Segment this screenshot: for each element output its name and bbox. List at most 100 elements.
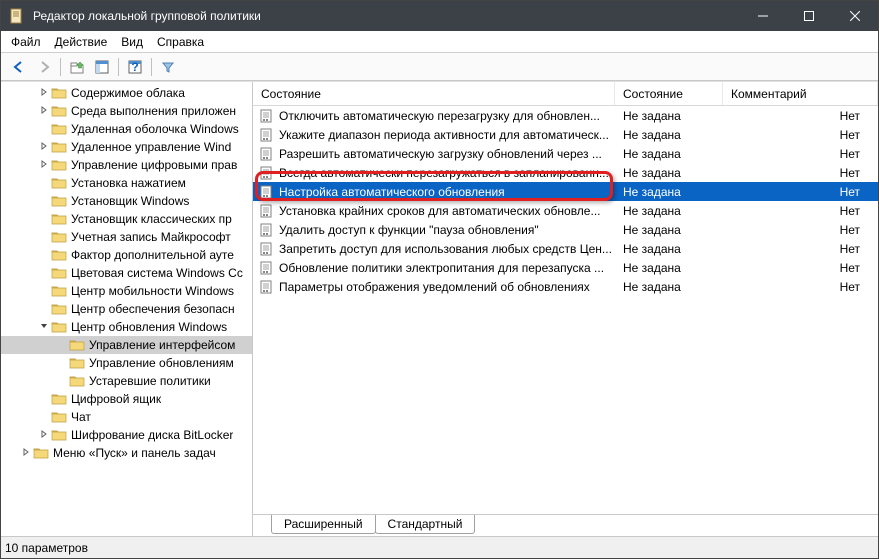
menu-help[interactable]: Справка [157,35,204,49]
help-button[interactable]: ? [123,56,147,78]
policy-icon [253,185,279,199]
tree-item-label: Цветовая система Windows Cc [71,266,243,280]
statusbar: 10 параметров [1,536,878,558]
window-title: Редактор локальной групповой политики [33,9,740,23]
filter-button[interactable] [156,56,180,78]
tree-item[interactable]: Удаленная оболочка Windows [1,120,252,138]
list-body[interactable]: Отключить автоматическую перезагрузку дл… [253,106,878,514]
tree-item[interactable]: Управление интерфейсом [1,336,252,354]
folder-icon [51,266,67,280]
folder-icon [51,284,67,298]
tree-item[interactable]: Цветовая система Windows Cc [1,264,252,282]
row-name: Настройка автоматического обновления [279,185,615,199]
row-comment: Нет [723,204,878,218]
tree-item[interactable]: Установщик Windows [1,192,252,210]
column-header-state[interactable]: Состояние [615,82,723,105]
tree-item-label: Установщик классических пр [71,212,232,226]
show-hide-button[interactable] [90,56,114,78]
row-name: Обновление политики электропитания для п… [279,261,615,275]
folder-icon [51,176,67,190]
tree-item[interactable]: Цифровой ящик [1,390,252,408]
tree-item[interactable]: Устаревшие политики [1,372,252,390]
tree-item[interactable]: Центр обеспечения безопасн [1,300,252,318]
row-comment: Нет [723,109,878,123]
row-state: Не задана [615,204,723,218]
tree-item-label: Учетная запись Майкрософт [71,230,231,244]
tree-item[interactable]: Управление цифровыми прав [1,156,252,174]
row-state: Не задана [615,109,723,123]
tree-item[interactable]: Шифрование диска BitLocker [1,426,252,444]
tree-item-label: Центр обновления Windows [71,320,227,334]
titlebar: Редактор локальной групповой политики [1,1,878,31]
list-row[interactable]: Всегда автоматически перезагружаться в з… [253,163,878,182]
chevron-right-icon[interactable] [37,430,51,441]
tree-item[interactable]: Центр обновления Windows [1,318,252,336]
tree-item[interactable]: Удаленное управление Wind [1,138,252,156]
policy-icon [253,223,279,237]
folder-icon [69,374,85,388]
close-button[interactable] [832,1,878,31]
back-button[interactable] [7,56,31,78]
row-state: Не задана [615,261,723,275]
menu-file[interactable]: Файл [11,35,41,49]
column-header-comment[interactable]: Комментарий [723,82,878,105]
folder-icon [69,338,85,352]
tree-item[interactable]: Чат [1,408,252,426]
policy-icon [253,109,279,123]
tree-item-label: Удаленная оболочка Windows [71,122,239,136]
list-row[interactable]: Установка крайних сроков для автоматичес… [253,201,878,220]
maximize-button[interactable] [786,1,832,31]
tree-item-label: Управление цифровыми прав [71,158,237,172]
row-state: Не задана [615,185,723,199]
tree-item[interactable]: Управление обновлениям [1,354,252,372]
chevron-right-icon[interactable] [37,160,51,171]
tree-item[interactable]: Центр мобильности Windows [1,282,252,300]
row-comment: Нет [723,166,878,180]
row-comment: Нет [723,185,878,199]
app-icon [9,8,25,24]
column-header-name[interactable]: Состояние [253,82,615,105]
forward-button[interactable] [32,56,56,78]
tree-item-label: Цифровой ящик [71,392,161,406]
tree-item[interactable]: Среда выполнения приложен [1,102,252,120]
chevron-down-icon[interactable] [37,322,51,333]
list-row[interactable]: Настройка автоматического обновленияНе з… [253,182,878,201]
list-row[interactable]: Запретить доступ для использования любых… [253,239,878,258]
tree-item[interactable]: Фактор дополнительной ауте [1,246,252,264]
minimize-button[interactable] [740,1,786,31]
row-comment: Нет [723,280,878,294]
row-comment: Нет [723,223,878,237]
list-row[interactable]: Обновление политики электропитания для п… [253,258,878,277]
tree-panel[interactable]: Содержимое облакаСреда выполнения прилож… [1,82,253,536]
list-row[interactable]: Отключить автоматическую перезагрузку дл… [253,106,878,125]
row-name: Удалить доступ к функции "пауза обновлен… [279,223,615,237]
chevron-right-icon[interactable] [37,142,51,153]
row-comment: Нет [723,242,878,256]
chevron-right-icon[interactable] [37,88,51,99]
tree-item[interactable]: Установщик классических пр [1,210,252,228]
tree-item-label: Фактор дополнительной ауте [71,248,234,262]
tree-item[interactable]: Содержимое облака [1,84,252,102]
list-row[interactable]: Разрешить автоматическую загрузку обновл… [253,144,878,163]
menu-action[interactable]: Действие [55,35,108,49]
tree-item[interactable]: Учетная запись Майкрософт [1,228,252,246]
folder-icon [51,122,67,136]
policy-icon [253,166,279,180]
tree-item[interactable]: Меню «Пуск» и панель задач [1,444,252,462]
tab-standard[interactable]: Стандартный [375,515,476,534]
chevron-right-icon[interactable] [19,448,33,459]
list-row[interactable]: Укажите диапазон периода активности для … [253,125,878,144]
menu-view[interactable]: Вид [121,35,143,49]
list-row[interactable]: Удалить доступ к функции "пауза обновлен… [253,220,878,239]
up-button[interactable] [65,56,89,78]
tab-extended[interactable]: Расширенный [271,515,376,534]
tree-item[interactable]: Установка нажатием [1,174,252,192]
chevron-right-icon[interactable] [37,106,51,117]
list-row[interactable]: Параметры отображения уведомлений об обн… [253,277,878,296]
row-state: Не задана [615,242,723,256]
folder-icon [51,158,67,172]
tree-item-label: Управление обновлениям [89,356,234,370]
menubar: Файл Действие Вид Справка [1,31,878,53]
tree-item-label: Управление интерфейсом [89,338,235,352]
tree-item-label: Центр мобильности Windows [71,284,234,298]
